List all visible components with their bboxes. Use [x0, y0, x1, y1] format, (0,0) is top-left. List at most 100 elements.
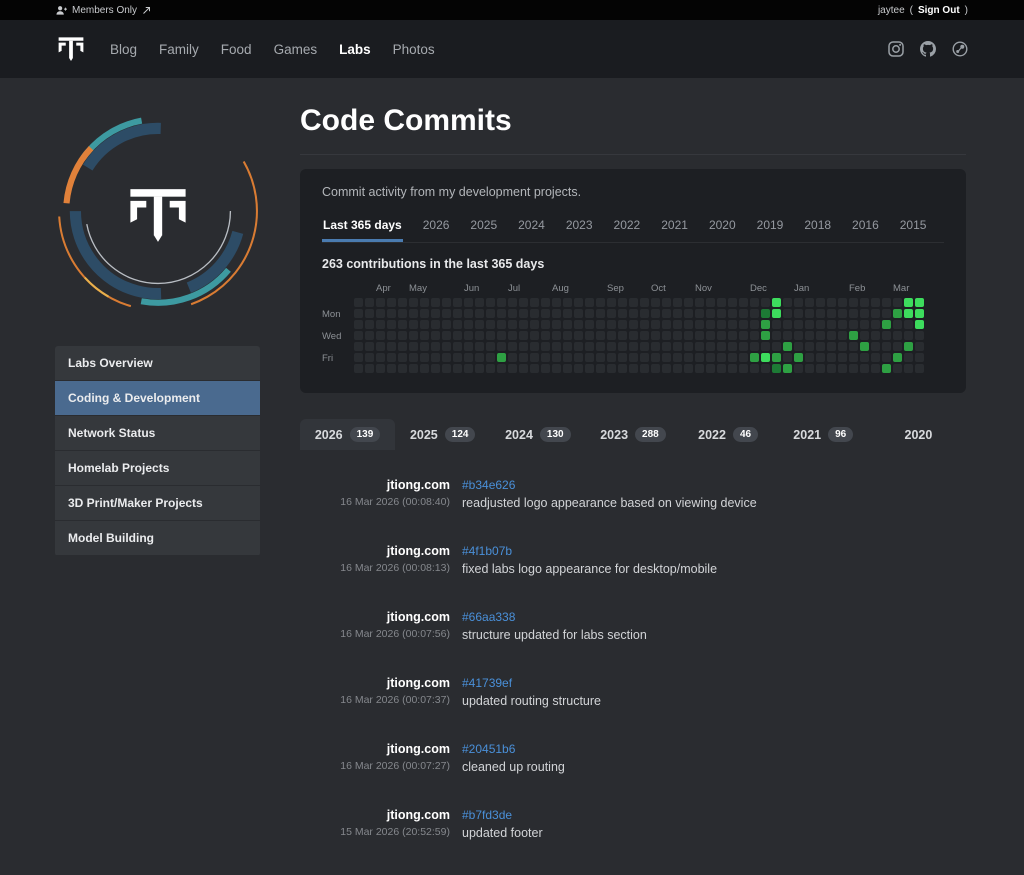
contribution-cell [904, 342, 913, 351]
activity-tab[interactable]: 2015 [899, 209, 928, 242]
commit-hash-link[interactable]: #66aa338 [462, 610, 966, 624]
members-only-link[interactable]: Members Only [56, 5, 151, 16]
commit-year-tab[interactable]: 2024 130 [490, 419, 585, 450]
sidebar-menu-item[interactable]: Network Status [55, 416, 260, 451]
instagram-icon[interactable] [888, 41, 904, 57]
activity-tab[interactable]: 2021 [660, 209, 689, 242]
contribution-cell [662, 364, 671, 373]
activity-tab[interactable]: 2024 [517, 209, 546, 242]
contribution-cell [464, 331, 473, 340]
commit-repo: jtiong.com [300, 610, 450, 624]
nav-link[interactable]: Photos [393, 42, 435, 57]
contribution-cell [442, 320, 451, 329]
contribution-grid [354, 298, 944, 373]
contribution-cell [552, 298, 561, 307]
contribution-cell [739, 353, 748, 362]
commit-year-tab[interactable]: 2023 288 [585, 419, 680, 450]
contribution-cell [475, 364, 484, 373]
activity-tab[interactable]: 2016 [851, 209, 880, 242]
contribution-cell [882, 298, 891, 307]
nav-link[interactable]: Games [274, 42, 318, 57]
commit-hash-link[interactable]: #20451b6 [462, 742, 966, 756]
contribution-cell [629, 353, 638, 362]
contribution-cell [607, 298, 616, 307]
nav-links: Blog Family Food Games Labs Photos [110, 42, 435, 57]
contribution-cell [607, 309, 616, 318]
commit-hash-link[interactable]: #41739ef [462, 676, 966, 690]
contribution-cell [420, 342, 429, 351]
contribution-summary: 263 contributions in the last 365 days [322, 257, 944, 271]
commit-repo: jtiong.com [300, 478, 450, 492]
steam-icon[interactable] [952, 41, 968, 57]
contribution-cell [629, 309, 638, 318]
contribution-cell [816, 353, 825, 362]
contribution-cell [442, 342, 451, 351]
contribution-cell [706, 353, 715, 362]
nav-link[interactable]: Food [221, 42, 252, 57]
commit-year-tab[interactable]: 2022 46 [681, 419, 776, 450]
contribution-cell [684, 331, 693, 340]
year-tab-count-badge: 96 [828, 427, 853, 442]
contribution-cell [893, 309, 902, 318]
year-tab-label: 2025 [410, 428, 438, 442]
nav-link[interactable]: Labs [339, 42, 371, 57]
contribution-cell [772, 320, 781, 329]
activity-tab[interactable]: 2018 [803, 209, 832, 242]
commit-year-tab[interactable]: 2021 96 [776, 419, 871, 450]
activity-tab[interactable]: Last 365 days [322, 209, 403, 242]
sidebar-menu-item[interactable]: Labs Overview [55, 346, 260, 381]
contribution-cell [486, 353, 495, 362]
activity-tab[interactable]: 2025 [469, 209, 498, 242]
commit-year-tab[interactable]: 2026 139 [300, 419, 395, 450]
sign-out-link[interactable]: Sign Out [918, 5, 960, 16]
commit-year-tab[interactable]: 2020 [871, 419, 966, 450]
activity-tab[interactable]: 2023 [565, 209, 594, 242]
commit-year-tab[interactable]: 2025 124 [395, 419, 490, 450]
contribution-cell [871, 342, 880, 351]
contribution-cell [827, 320, 836, 329]
contribution-cell [695, 353, 704, 362]
month-label: May [409, 283, 427, 294]
contribution-cell [717, 342, 726, 351]
commit-hash-link[interactable]: #4f1b07b [462, 544, 966, 558]
contribution-cell [596, 364, 605, 373]
commit-hash-link[interactable]: #b7fd3de [462, 808, 966, 822]
github-icon[interactable] [920, 41, 936, 57]
commit-message: readjusted logo appearance based on view… [462, 496, 966, 510]
contribution-cell [530, 320, 539, 329]
activity-tab[interactable]: 2022 [613, 209, 642, 242]
sidebar-menu-item[interactable]: Model Building [55, 521, 260, 556]
contribution-cell [420, 320, 429, 329]
sidebar-menu-item[interactable]: Coding & Development [55, 381, 260, 416]
contribution-cell [618, 342, 627, 351]
sidebar-menu-item[interactable]: Homelab Projects [55, 451, 260, 486]
contribution-cell [530, 353, 539, 362]
contribution-cell [849, 342, 858, 351]
contribution-cell [860, 309, 869, 318]
contribution-cell [662, 353, 671, 362]
contribution-cell [728, 309, 737, 318]
sidebar-menu-item[interactable]: 3D Print/Maker Projects [55, 486, 260, 521]
month-label: Dec [750, 283, 767, 294]
commit-hash-link[interactable]: #b34e626 [462, 478, 966, 492]
contribution-cell [816, 298, 825, 307]
year-tab-label: 2021 [793, 428, 821, 442]
activity-tab[interactable]: 2026 [422, 209, 451, 242]
contribution-cell [607, 353, 616, 362]
contribution-cell [541, 298, 550, 307]
activity-tab[interactable]: 2020 [708, 209, 737, 242]
activity-tab[interactable]: 2019 [756, 209, 785, 242]
contribution-cell [750, 320, 759, 329]
contribution-cell [750, 364, 759, 373]
contribution-cell [585, 364, 594, 373]
contribution-cell [618, 309, 627, 318]
nav-link[interactable]: Blog [110, 42, 137, 57]
contribution-cell [574, 342, 583, 351]
commit-message: fixed labs logo appearance for desktop/m… [462, 562, 966, 576]
contribution-cell [849, 331, 858, 340]
labs-menu: Labs OverviewCoding & DevelopmentNetwork… [55, 346, 260, 556]
contribution-cell [827, 309, 836, 318]
site-logo[interactable] [56, 34, 86, 64]
nav-link[interactable]: Family [159, 42, 199, 57]
commit-date: 16 Mar 2026 (00:07:56) [300, 628, 450, 642]
